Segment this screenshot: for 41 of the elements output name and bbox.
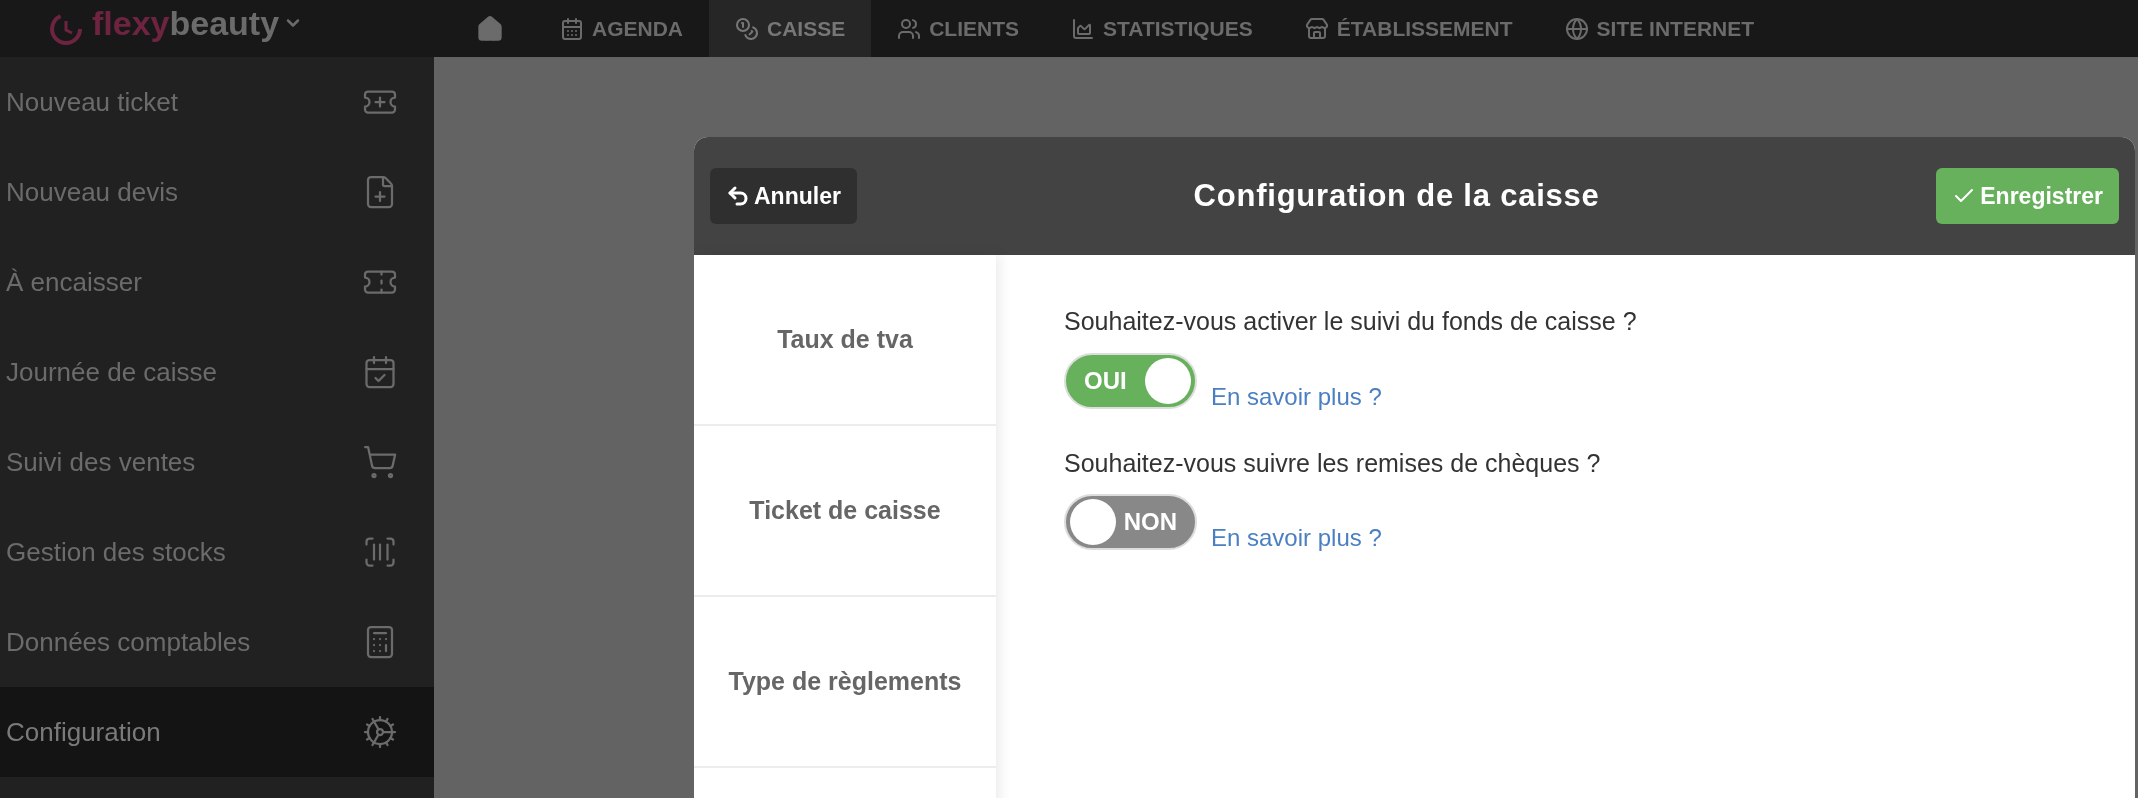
- learn-more-link[interactable]: En savoir plus ?: [1211, 378, 1382, 415]
- learn-more-link[interactable]: En savoir plus ?: [1211, 520, 1382, 556]
- setting-question: Souhaitez-vous activer le suivi du fonds de caisse ?: [1064, 306, 1638, 337]
- settings-tab[interactable]: Ticket de caisse: [694, 426, 996, 597]
- area-chart-icon: [1071, 16, 1096, 41]
- cart-icon: [362, 444, 398, 480]
- toggle-switch[interactable]: OUI: [1064, 352, 1197, 409]
- barcode-icon: [362, 534, 398, 570]
- globe-icon: [1564, 16, 1589, 41]
- nav-tab[interactable]: STATISTIQUES: [1045, 0, 1279, 57]
- users-icon: [897, 16, 922, 41]
- settings-tab[interactable]: Type de règlements: [694, 597, 996, 768]
- undo-arrow-icon: [726, 184, 750, 208]
- settings-icon: [362, 714, 398, 750]
- sidebar-item[interactable]: Nouveau ticket: [0, 57, 434, 147]
- sidebar-item[interactable]: Gestion des stocks: [0, 507, 434, 597]
- nav-tab[interactable]: AGENDA: [534, 0, 709, 57]
- nav-tab[interactable]: CAISSE: [709, 0, 872, 57]
- modal-title: Configuration de la caisse: [1193, 176, 1600, 215]
- logo-text[interactable]: flexybeauty: [92, 5, 280, 40]
- sidebar-item[interactable]: Configuration: [0, 687, 434, 777]
- coins-icon: [735, 16, 759, 41]
- sidebar-item[interactable]: Nouveau devis: [0, 147, 434, 237]
- toggle-switch[interactable]: NON: [1064, 494, 1197, 550]
- cancel-button[interactable]: Annuler: [710, 168, 857, 224]
- save-button[interactable]: Enregistrer: [1936, 168, 2119, 224]
- toggle-knob: [1070, 499, 1116, 545]
- calendar-icon: [560, 16, 584, 41]
- nav-tab[interactable]: CLIENTS: [871, 0, 1046, 57]
- nav-tab[interactable]: SITE INTERNET: [1538, 0, 1781, 57]
- settings-tab[interactable]: Taux de tva: [694, 255, 996, 426]
- toggle-knob: [1145, 357, 1191, 404]
- sidebar-item[interactable]: À encaisser: [0, 237, 434, 327]
- calendar-icon: [362, 354, 398, 390]
- setting-question: Souhaitez-vous suivre les remises de chèques ?: [1064, 447, 1602, 479]
- store-icon: [1304, 16, 1329, 41]
- home-icon[interactable]: [476, 14, 504, 43]
- nav-tab[interactable]: ÉTABLISSEMENT: [1278, 0, 1539, 57]
- sidebar-item[interactable]: Journée de caisse: [0, 327, 434, 417]
- sidebar-item[interactable]: Suivi des ventes: [0, 417, 434, 507]
- sidebar-item[interactable]: Données comptables: [0, 597, 434, 687]
